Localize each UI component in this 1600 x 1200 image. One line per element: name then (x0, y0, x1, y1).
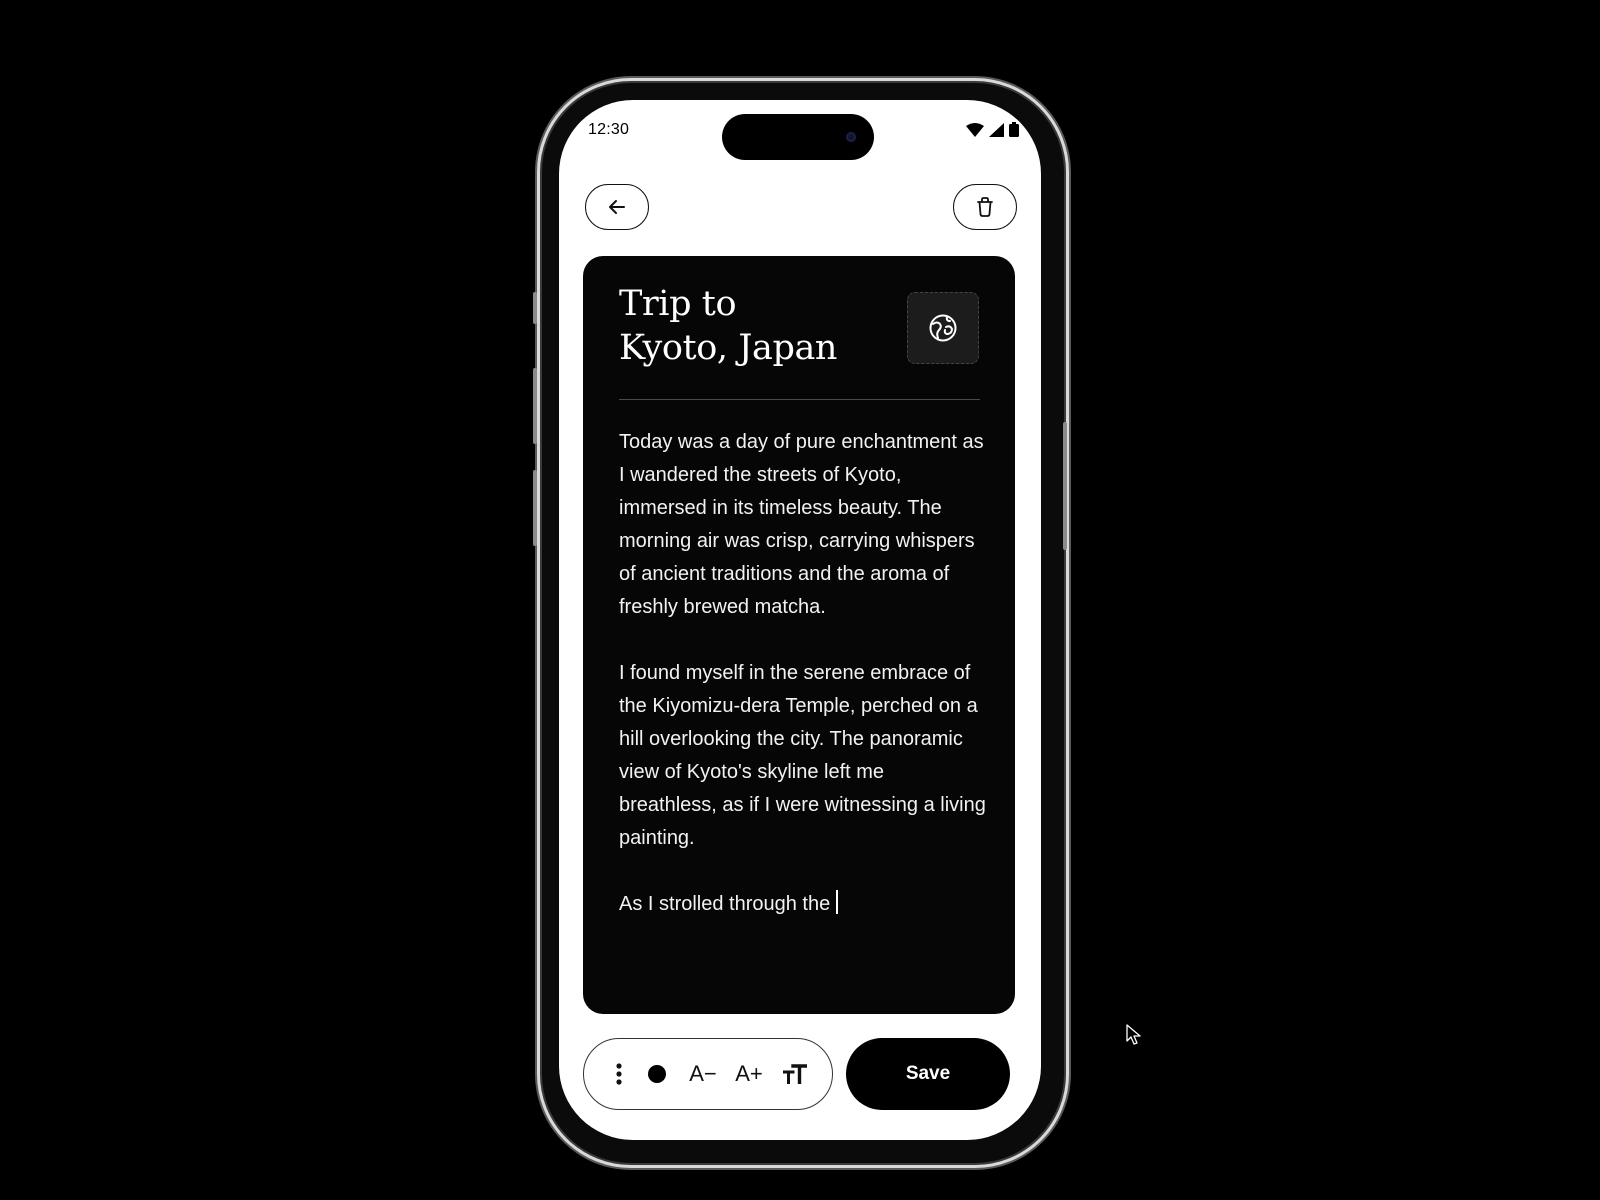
note-editor-card: Trip to Kyoto, Japan Today was a day of … (583, 256, 1015, 1014)
formatting-toolbar: A− A+ (583, 1038, 833, 1110)
save-button[interactable]: Save (846, 1038, 1010, 1110)
power-button (1063, 422, 1067, 550)
phone-screen: 12:30 Trip to Kyoto, Japan Today was a d… (559, 100, 1041, 1140)
text-color-button[interactable] (634, 1049, 680, 1099)
trash-icon (977, 197, 993, 217)
title-divider (619, 399, 980, 400)
more-options-button[interactable] (604, 1049, 634, 1099)
color-dot (648, 1065, 666, 1083)
text-size-button[interactable] (772, 1049, 818, 1099)
volume-down-button (533, 470, 537, 546)
arrow-left-icon (609, 200, 625, 214)
back-button[interactable] (585, 184, 649, 230)
note-paragraph-3: As I strolled through the (619, 888, 987, 921)
note-paragraph-1: Today was a day of pure enchantment as I… (619, 431, 984, 618)
note-paragraph-2: I found myself in the serene embrace of … (619, 662, 986, 849)
decrease-font-button[interactable]: A− (680, 1049, 726, 1099)
note-paragraph-3-text: As I strolled through the (619, 893, 831, 915)
mouse-cursor-icon (1126, 1024, 1141, 1045)
battery-icon (1009, 122, 1019, 137)
text-size-icon (783, 1064, 807, 1084)
note-title[interactable]: Trip to Kyoto, Japan (619, 282, 879, 370)
status-time: 12:30 (588, 121, 630, 138)
globe-icon (929, 314, 957, 342)
increase-font-button[interactable]: A+ (726, 1049, 772, 1099)
wifi-icon (966, 122, 984, 137)
dynamic-island (722, 114, 874, 160)
status-icons (966, 122, 1019, 137)
action-button (533, 292, 537, 324)
delete-button[interactable] (953, 184, 1017, 230)
note-body-editor[interactable]: Today was a day of pure enchantment as I… (619, 426, 987, 954)
globe-button[interactable] (907, 292, 979, 364)
volume-up-button (533, 368, 537, 444)
text-caret (836, 890, 839, 914)
front-camera (846, 132, 856, 142)
more-vertical-icon (616, 1063, 622, 1085)
cellular-signal-icon (989, 122, 1004, 137)
